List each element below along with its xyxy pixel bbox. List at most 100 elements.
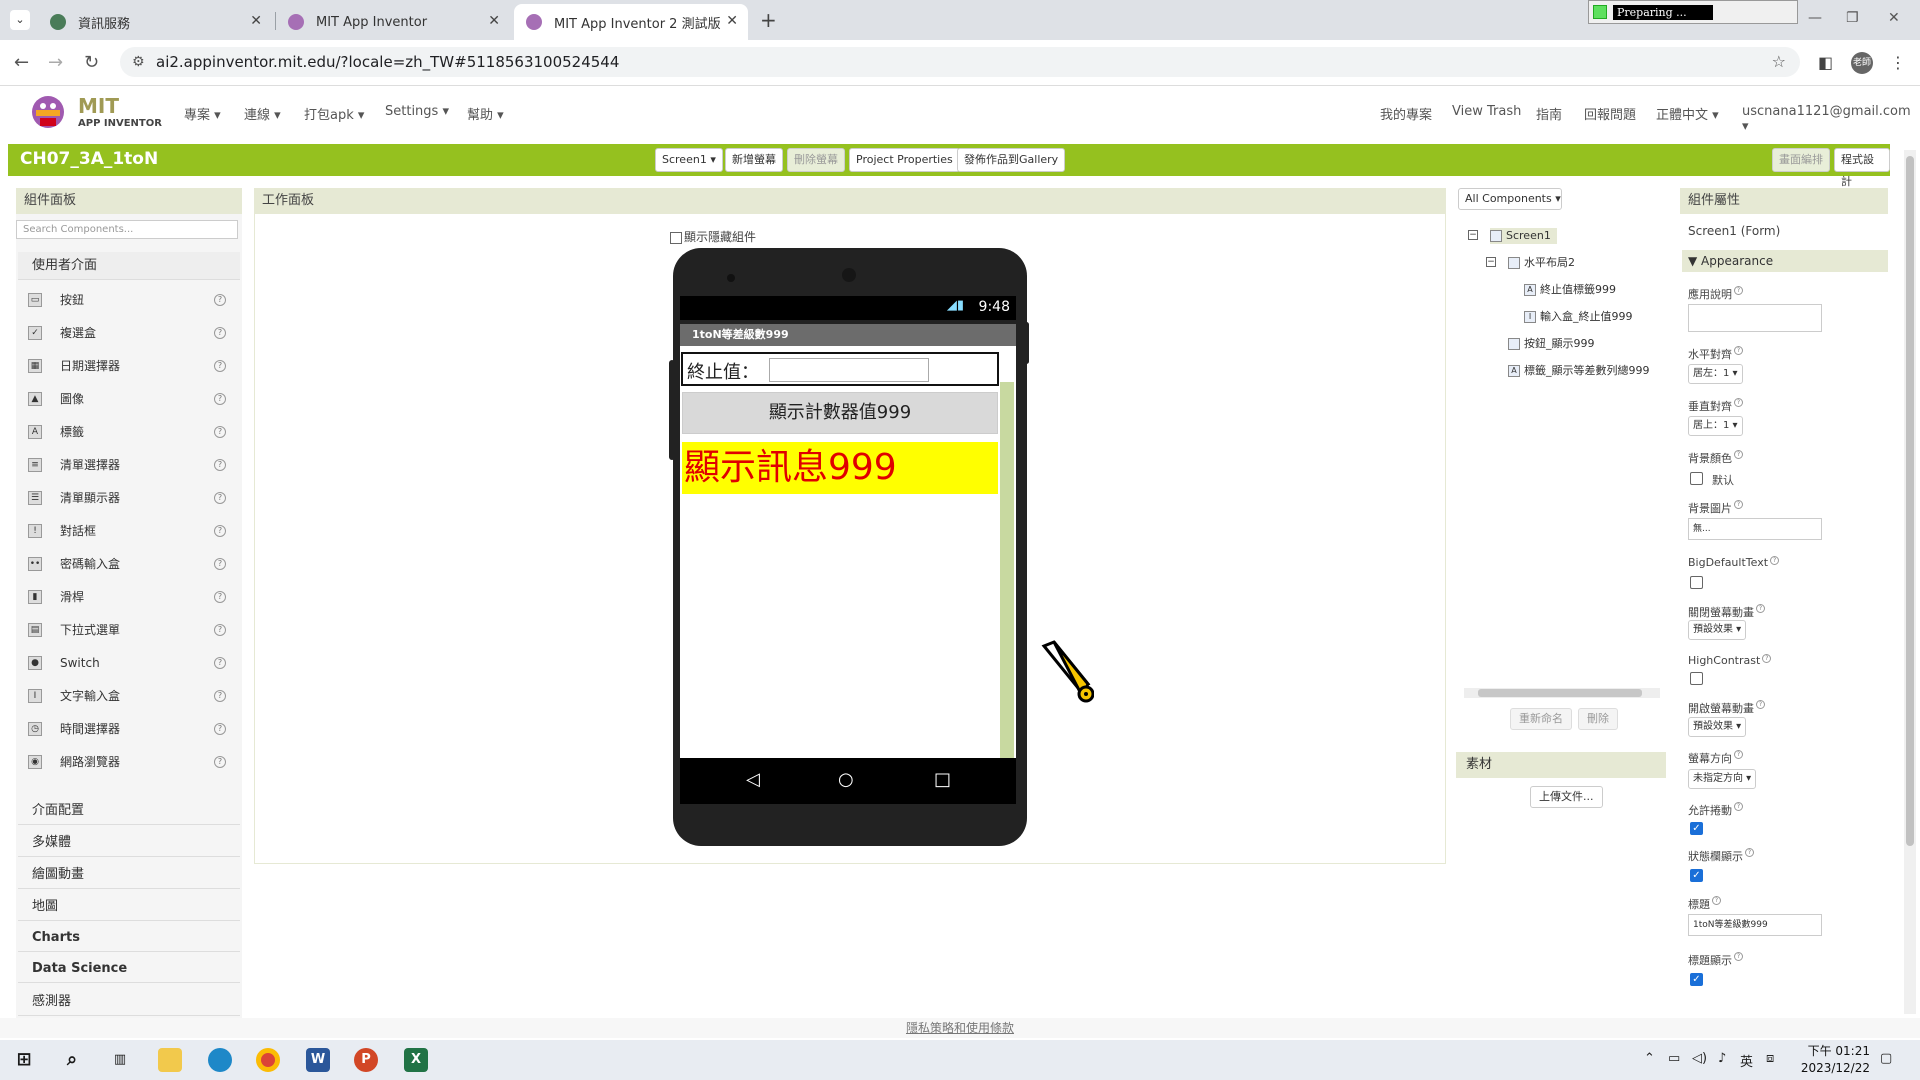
menu-account[interactable]: uscnana1121@gmail.com ▾ bbox=[1742, 104, 1920, 134]
side-panel-icon[interactable]: ◧ bbox=[1818, 53, 1833, 72]
reload-icon[interactable]: ↻ bbox=[84, 52, 99, 73]
tab-search-icon[interactable]: ⌄ bbox=[10, 10, 30, 30]
publish-gallery-button[interactable]: 發佈作品到Gallery bbox=[957, 148, 1066, 172]
windows-start-icon[interactable]: ⊞ bbox=[12, 1048, 36, 1072]
task-view-icon[interactable]: ▥ bbox=[108, 1048, 132, 1072]
menu-my-projects[interactable]: 我的專案 bbox=[1380, 104, 1432, 123]
page-scrollbar[interactable] bbox=[1904, 150, 1916, 1014]
menu-build[interactable]: 打包apk ▾ bbox=[304, 104, 364, 123]
search-icon[interactable]: ⌕ bbox=[60, 1048, 84, 1072]
tab-mit-app-inventor-2[interactable]: MIT App Inventor 2 測試版 ✕ bbox=[514, 4, 748, 40]
help-icon[interactable]: ? bbox=[214, 591, 226, 603]
scroll-thumb[interactable] bbox=[1478, 689, 1642, 697]
show-status-checkbox[interactable]: ✓ bbox=[1690, 869, 1703, 882]
category-media[interactable]: 多媒體 bbox=[18, 829, 240, 857]
palette-item[interactable]: I 文字輸入盒? bbox=[28, 686, 228, 706]
minimize-icon[interactable]: — bbox=[1808, 10, 1822, 26]
category-layout[interactable]: 介面配置 bbox=[18, 797, 240, 825]
align-h-select[interactable]: 居左：1 ▾ bbox=[1688, 364, 1743, 384]
excel-icon[interactable]: X bbox=[404, 1048, 428, 1072]
forward-icon[interactable]: → bbox=[48, 52, 63, 73]
collapse-icon[interactable]: − bbox=[1468, 230, 1478, 240]
palette-item[interactable]: ▲ 圖像? bbox=[28, 389, 228, 409]
help-icon[interactable]: ? bbox=[214, 360, 226, 372]
open-anim-select[interactable]: 預設效果 ▾ bbox=[1688, 717, 1747, 737]
help-icon[interactable]: ? bbox=[214, 459, 226, 471]
notification-icon[interactable]: ▢ bbox=[1880, 1051, 1892, 1066]
remove-screen-button[interactable]: 刪除螢幕 bbox=[787, 148, 845, 172]
edge-icon[interactable] bbox=[208, 1048, 232, 1072]
palette-item[interactable]: ✓ 複選盒? bbox=[28, 323, 228, 343]
help-icon[interactable]: ? bbox=[214, 393, 226, 405]
show-counter-button[interactable]: 顯示計數器值999 bbox=[682, 392, 998, 434]
help-icon[interactable]: ? bbox=[214, 723, 226, 735]
privacy-link[interactable]: 隱私策略和使用條款 bbox=[0, 1018, 1920, 1038]
help-icon[interactable]: ? bbox=[214, 558, 226, 570]
palette-item[interactable]: ● Switch? bbox=[28, 653, 228, 673]
help-icon[interactable]: ? bbox=[214, 426, 226, 438]
tree-node-button[interactable]: 按鈕_顯示999 bbox=[1508, 336, 1595, 352]
about-input[interactable] bbox=[1688, 304, 1822, 332]
bg-color-value[interactable]: 默认 bbox=[1712, 472, 1734, 488]
upload-file-button[interactable]: 上傳文件... bbox=[1530, 786, 1603, 808]
back-icon[interactable]: ← bbox=[14, 52, 29, 73]
site-info-icon[interactable]: ⚙ bbox=[132, 47, 145, 77]
palette-item[interactable]: ▮ 滑桿? bbox=[28, 587, 228, 607]
restore-icon[interactable]: ❐ bbox=[1846, 10, 1859, 26]
palette-item[interactable]: •• 密碼輸入盒? bbox=[28, 554, 228, 574]
high-contrast-checkbox[interactable] bbox=[1690, 672, 1703, 685]
palette-item[interactable]: ▭ 按鈕? bbox=[28, 290, 228, 310]
menu-view-trash[interactable]: View Trash bbox=[1452, 104, 1521, 119]
designer-button[interactable]: 畫面編排 bbox=[1772, 148, 1830, 172]
menu-settings[interactable]: Settings ▾ bbox=[385, 104, 449, 119]
microphone-icon[interactable]: ♪ bbox=[1718, 1051, 1726, 1066]
menu-help[interactable]: 幫助 ▾ bbox=[467, 104, 504, 123]
ime-indicator[interactable]: 英 bbox=[1740, 1051, 1753, 1070]
menu-guide[interactable]: 指南 bbox=[1536, 104, 1562, 123]
rename-button[interactable]: 重新命名 bbox=[1510, 708, 1572, 730]
palette-item[interactable]: A 標籤? bbox=[28, 422, 228, 442]
blocks-button[interactable]: 程式設計 bbox=[1834, 148, 1890, 188]
category-charts[interactable]: Charts bbox=[18, 924, 240, 952]
palette-item[interactable]: ◉ 網路瀏覽器? bbox=[28, 752, 228, 772]
powerpoint-icon[interactable]: P bbox=[354, 1048, 378, 1072]
all-components-dropdown[interactable]: All Components ▾ bbox=[1458, 188, 1562, 210]
help-icon[interactable]: ? bbox=[214, 327, 226, 339]
menu-report-issue[interactable]: 回報問題 bbox=[1584, 104, 1636, 123]
scroll-thumb[interactable] bbox=[1906, 156, 1914, 846]
category-drawing-animation[interactable]: 繪圖動畫 bbox=[18, 861, 240, 889]
tree-node-message-label[interactable]: A 標籤_顯示等差數列總999 bbox=[1508, 363, 1650, 379]
bookmark-star-icon[interactable]: ☆ bbox=[1772, 47, 1786, 77]
delete-button[interactable]: 刪除 bbox=[1578, 708, 1618, 730]
palette-item[interactable]: ! 對話框? bbox=[28, 521, 228, 541]
bg-image-input[interactable]: 無... bbox=[1688, 518, 1822, 540]
align-v-select[interactable]: 居上：1 ▾ bbox=[1688, 416, 1743, 436]
category-data-science[interactable]: Data Science bbox=[18, 955, 240, 983]
search-components-input[interactable]: Search Components... bbox=[16, 220, 238, 239]
close-icon[interactable]: ✕ bbox=[726, 13, 738, 29]
title-input[interactable]: 1toN等差級數999 bbox=[1688, 914, 1822, 936]
ime-mode-icon[interactable]: ⧈ bbox=[1766, 1051, 1774, 1066]
menu-project[interactable]: 專案 ▾ bbox=[184, 104, 221, 123]
help-icon[interactable]: ? bbox=[214, 690, 226, 702]
palette-item[interactable]: ▦ 日期選擇器? bbox=[28, 356, 228, 376]
end-value-textbox[interactable] bbox=[769, 358, 929, 382]
tray-chevron-icon[interactable]: ⌃ bbox=[1644, 1051, 1655, 1066]
tree-horizontal-scrollbar[interactable] bbox=[1464, 688, 1660, 698]
close-icon[interactable]: ✕ bbox=[250, 13, 262, 29]
profile-avatar[interactable]: 老師 bbox=[1851, 52, 1873, 74]
tree-node-textbox[interactable]: I 輸入盒_終止值999 bbox=[1524, 309, 1633, 325]
volume-icon[interactable]: ◁) bbox=[1692, 1051, 1707, 1066]
big-default-text-checkbox[interactable] bbox=[1690, 576, 1703, 589]
tree-node-screen1[interactable]: Screen1 bbox=[1490, 228, 1557, 244]
tab-info-service[interactable]: 資訊服務 ✕ bbox=[38, 4, 272, 40]
app-inventor-logo[interactable]: MIT APP INVENTOR bbox=[28, 92, 178, 136]
file-explorer-icon[interactable] bbox=[158, 1048, 182, 1072]
system-clock[interactable]: 下午 01:21 2023/12/22 bbox=[1801, 1043, 1870, 1077]
url-field[interactable]: ⚙ ai2.appinventor.mit.edu/?locale=zh_TW#… bbox=[120, 47, 1800, 77]
chrome-icon[interactable] bbox=[256, 1048, 280, 1072]
help-icon[interactable]: ? bbox=[214, 657, 226, 669]
message-label[interactable]: 顯示訊息999 bbox=[682, 442, 998, 494]
appearance-section[interactable]: ▼ Appearance bbox=[1682, 250, 1888, 272]
palette-item[interactable]: ≡ 清單選擇器? bbox=[28, 455, 228, 475]
